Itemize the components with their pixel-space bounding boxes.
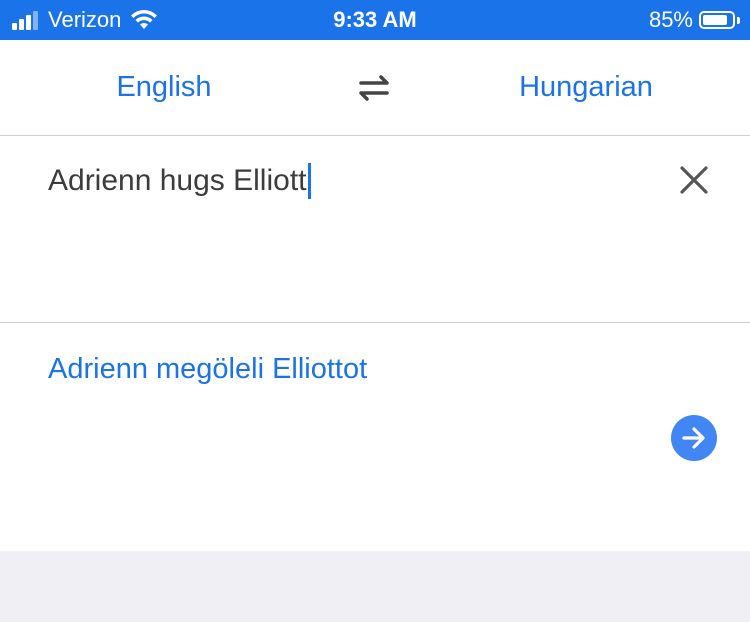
swap-arrows-icon[interactable] <box>355 74 393 102</box>
target-language-button[interactable]: Hungarian <box>466 40 706 135</box>
battery-percent: 85% <box>648 7 693 32</box>
source-language-button[interactable]: English <box>44 40 284 135</box>
arrow-right-icon <box>682 427 705 449</box>
text-cursor <box>307 163 311 199</box>
source-text-area[interactable]: Adrienn hugs Elliott <box>0 137 750 323</box>
language-bar: English Hungarian <box>0 40 750 136</box>
battery-icon <box>699 11 735 29</box>
battery-tip <box>737 16 740 24</box>
status-bar: Verizon 9:33 AM 85% <box>0 0 750 40</box>
status-time: 9:33 AM <box>333 7 417 32</box>
close-icon[interactable] <box>678 164 710 196</box>
go-button[interactable] <box>671 415 717 461</box>
source-text-input[interactable]: Adrienn hugs Elliott <box>48 163 311 199</box>
source-text: Adrienn hugs Elliott <box>48 164 307 197</box>
translation-area: Adrienn megöleli Elliottot <box>0 323 750 551</box>
translation-text: Adrienn megöleli Elliottot <box>48 353 368 385</box>
status-right: 85% <box>649 0 740 40</box>
bottom-panel <box>0 551 750 622</box>
